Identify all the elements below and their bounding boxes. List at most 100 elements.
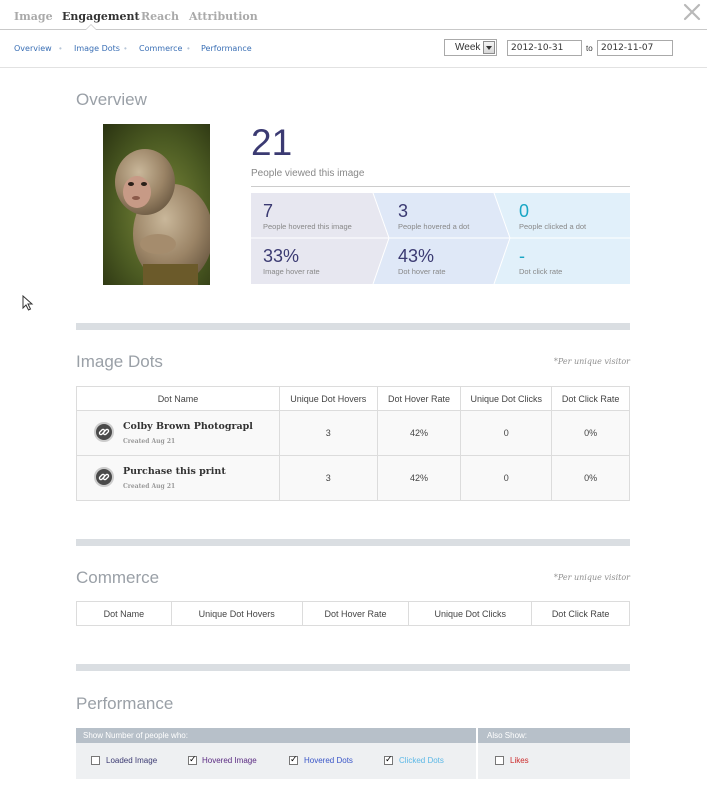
stat-image-hover-rate: 33% Image hover rate — [263, 247, 320, 276]
performance-options: Loaded Image Hovered Image Hovered Dots … — [76, 743, 630, 779]
performance-title: Performance — [76, 694, 174, 713]
subnav-performance[interactable]: Performance — [201, 44, 252, 53]
performance-header-bar: Show Number of people who: Also Show: — [76, 728, 630, 743]
image-dots-title: Image Dots — [76, 352, 163, 371]
top-nav: Image Engagement Reach Attribution — [0, 0, 707, 30]
stat-label: People hovered this image — [263, 222, 352, 231]
stat-value: 7 — [263, 201, 274, 221]
hovered-dots-label[interactable]: Hovered Dots — [304, 756, 353, 765]
unique-dot-hovers: 3 — [278, 410, 378, 456]
performance-column-separator — [476, 728, 478, 779]
close-icon[interactable] — [683, 3, 701, 21]
link-icon — [94, 422, 114, 442]
dot-name-cell: Purchase this print Created Aug 21 — [76, 455, 280, 501]
subnav-commerce[interactable]: Commerce — [139, 44, 182, 53]
hovered-image-label[interactable]: Hovered Image — [202, 756, 257, 765]
stat-label: Dot click rate — [519, 267, 563, 276]
commerce-table: Dot Name Unique Dot Hovers Dot Hover Rat… — [76, 601, 630, 626]
stat-label: Image hover rate — [263, 267, 320, 276]
mouse-cursor-icon — [22, 295, 34, 311]
subnav-overview[interactable]: Overview — [14, 44, 52, 53]
dot-click-rate: 0% — [551, 410, 630, 456]
period-value: Week — [455, 42, 481, 53]
sub-nav: Overview • Image Dots • Commerce • Perfo… — [0, 30, 707, 68]
tab-engagement[interactable]: Engagement — [62, 10, 140, 23]
column-header[interactable]: Dot Hover Rate — [301, 601, 410, 626]
image-dots-table: Dot Name Unique Dot Hovers Dot Hover Rat… — [76, 386, 630, 501]
dot-created-date: Created Aug 21 — [123, 483, 176, 490]
subnav-separator: • — [187, 44, 190, 53]
column-header[interactable]: Unique Dot Clicks — [460, 386, 553, 411]
stat-value: 0 — [519, 201, 530, 221]
unique-dot-clicks: 0 — [460, 410, 553, 456]
commerce-note: *Per unique visitor — [553, 573, 630, 582]
tab-attribution[interactable]: Attribution — [189, 10, 258, 23]
date-range-to-label: to — [586, 44, 593, 53]
stat-label: People hovered a dot — [398, 222, 470, 231]
unique-dot-hovers: 3 — [278, 455, 378, 501]
clicked-dots-checkbox[interactable] — [384, 754, 393, 765]
subnav-image-dots[interactable]: Image Dots — [74, 44, 120, 53]
stat-label: People clicked a dot — [519, 222, 587, 231]
stat-label: Dot hover rate — [398, 267, 446, 276]
tab-image[interactable]: Image — [14, 10, 53, 23]
column-header[interactable]: Dot Name — [76, 601, 172, 626]
stat-dot-click-rate: - Dot click rate — [519, 247, 562, 276]
subnav-separator: • — [59, 44, 62, 53]
show-number-label: Show Number of people who: — [83, 731, 188, 740]
stat-people-clicked-dot: 0 People clicked a dot — [519, 202, 586, 231]
dot-created-date: Created Aug 21 — [123, 438, 176, 445]
date-to-input[interactable]: 2012-11-07 — [597, 40, 673, 56]
link-icon — [94, 467, 114, 487]
stat-people-hovered-dot: 3 People hovered a dot — [398, 202, 469, 231]
dot-name[interactable]: Colby Brown Photograpl — [123, 421, 253, 432]
loaded-image-checkbox[interactable] — [91, 756, 100, 765]
unique-dot-clicks: 0 — [460, 455, 553, 501]
likes-checkbox[interactable] — [495, 756, 504, 765]
subnav-separator: • — [124, 44, 127, 53]
dot-name-cell: Colby Brown Photograpl Created Aug 21 — [76, 410, 280, 456]
column-header[interactable]: Dot Hover Rate — [376, 386, 462, 411]
date-from-input[interactable]: 2012-10-31 — [507, 40, 582, 56]
table-row[interactable]: Colby Brown Photograpl Created Aug 21 3 … — [76, 410, 630, 456]
views-count: 21 — [251, 122, 293, 163]
table-header-row: Dot Name Unique Dot Hovers Dot Hover Rat… — [76, 601, 630, 626]
overview-stats-panel: 7 People hovered this image 3 People hov… — [251, 193, 630, 284]
image-dots-note: *Per unique visitor — [553, 357, 630, 366]
stat-value: 33% — [263, 246, 300, 266]
section-divider — [76, 323, 630, 330]
column-header[interactable]: Unique Dot Hovers — [170, 601, 303, 626]
dot-click-rate: 0% — [551, 455, 630, 501]
stat-dot-hover-rate: 43% Dot hover rate — [398, 247, 446, 276]
loaded-image-label[interactable]: Loaded Image — [106, 756, 157, 765]
table-header-row: Dot Name Unique Dot Hovers Dot Hover Rat… — [76, 386, 630, 411]
stat-people-hovered-image: 7 People hovered this image — [263, 202, 352, 231]
dot-name[interactable]: Purchase this print — [123, 466, 253, 477]
overview-divider — [251, 186, 630, 187]
column-header[interactable]: Dot Click Rate — [551, 386, 630, 411]
column-header[interactable]: Dot Click Rate — [531, 601, 630, 626]
dot-hover-rate: 42% — [376, 455, 462, 501]
overview-title: Overview — [76, 90, 147, 109]
chevron-down-icon[interactable] — [483, 41, 495, 54]
tab-reach[interactable]: Reach — [141, 10, 179, 23]
section-divider — [76, 664, 630, 671]
commerce-title: Commerce — [76, 568, 160, 587]
table-row[interactable]: Purchase this print Created Aug 21 3 42%… — [76, 455, 630, 501]
hovered-image-checkbox[interactable] — [188, 754, 197, 765]
likes-label[interactable]: Likes — [510, 756, 529, 765]
stat-value: - — [519, 246, 525, 266]
image-thumbnail — [103, 124, 210, 285]
column-header[interactable]: Dot Name — [76, 386, 280, 411]
column-header[interactable]: Unique Dot Clicks — [408, 601, 533, 626]
dot-hover-rate: 42% — [376, 410, 462, 456]
period-select[interactable]: Week — [444, 39, 497, 56]
hovered-dots-checkbox[interactable] — [289, 754, 298, 765]
section-divider — [76, 539, 630, 546]
views-label: People viewed this image — [251, 168, 365, 179]
stat-value: 3 — [398, 201, 409, 221]
column-header[interactable]: Unique Dot Hovers — [278, 386, 378, 411]
clicked-dots-label[interactable]: Clicked Dots — [399, 756, 444, 765]
stat-value: 43% — [398, 246, 435, 266]
also-show-label: Also Show: — [487, 731, 528, 740]
